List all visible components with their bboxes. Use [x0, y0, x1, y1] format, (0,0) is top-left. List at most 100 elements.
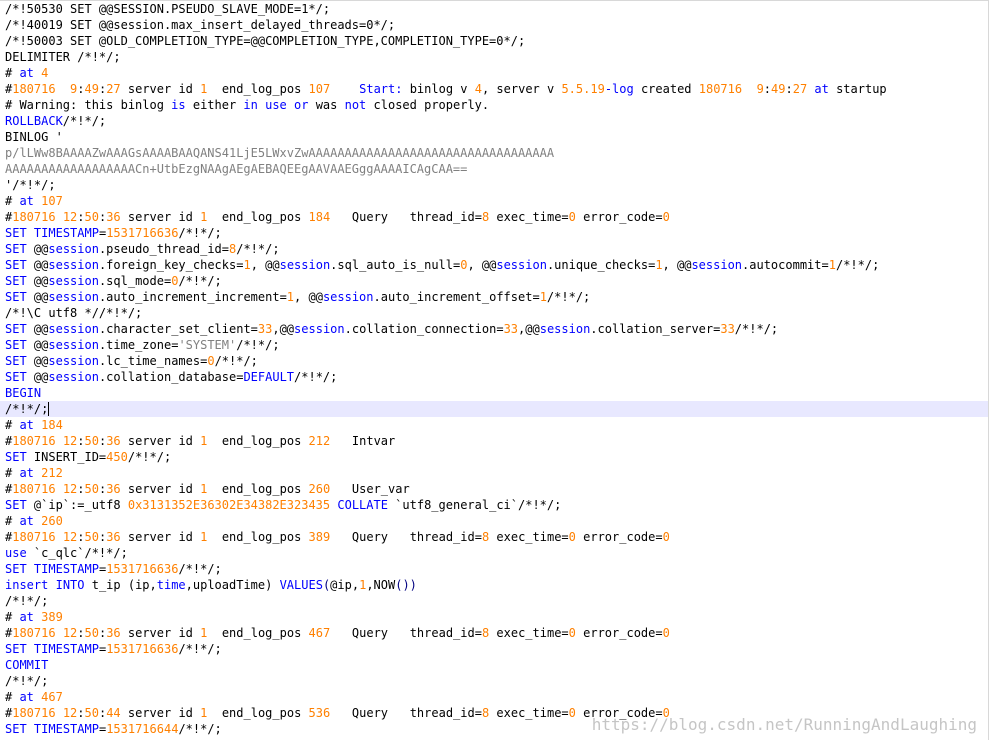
code-token: SET: [5, 562, 27, 576]
code-token: at: [19, 466, 34, 480]
code-token: server id: [120, 530, 201, 544]
code-token: session: [539, 322, 591, 336]
code-line[interactable]: # Warning: this binlog is either in use …: [0, 97, 988, 113]
code-token: , @@: [467, 258, 497, 272]
code-token: 107: [308, 82, 331, 96]
code-line[interactable]: /*!50003 SET @OLD_COMPLETION_TYPE=@@COMP…: [0, 33, 988, 49]
code-line[interactable]: SET @@session.collation_database=DEFAULT…: [0, 369, 988, 385]
code-token: 0: [568, 626, 576, 640]
code-token: #: [5, 610, 20, 624]
code-line[interactable]: /*!40019 SET @@session.max_insert_delaye…: [0, 17, 988, 33]
code-token: 0: [662, 626, 670, 640]
code-line[interactable]: #180716 12:50:36 server id 1 end_log_pos…: [0, 529, 988, 545]
code-line[interactable]: /*!*/;: [0, 673, 988, 689]
code-token: , @@: [294, 290, 323, 304]
code-token: 212: [308, 434, 331, 448]
code-line[interactable]: /*!50530 SET @@SESSION.PSEUDO_SLAVE_MODE…: [0, 1, 988, 17]
code-line[interactable]: '/*!*/;: [0, 177, 988, 193]
code-line[interactable]: # at 467: [0, 689, 988, 705]
code-line[interactable]: insert INTO t_ip (ip,time,uploadTime) VA…: [0, 577, 988, 593]
code-token: .autocommit=: [742, 258, 829, 272]
code-token: 12: [62, 706, 78, 720]
code-token: :: [77, 434, 85, 448]
code-token: @@: [26, 290, 49, 304]
code-token: :: [77, 626, 85, 640]
code-line[interactable]: # at 212: [0, 465, 988, 481]
code-token: /*!*/;: [178, 642, 222, 656]
code-token: .auto_increment_increment=: [98, 290, 287, 304]
code-line[interactable]: #180716 12:50:36 server id 1 end_log_pos…: [0, 433, 988, 449]
code-token: COLLATE: [337, 498, 388, 512]
code-line[interactable]: # at 260: [0, 513, 988, 529]
code-editor[interactable]: /*!50530 SET @@SESSION.PSEUDO_SLAVE_MODE…: [0, 0, 989, 740]
code-token: #: [5, 66, 20, 80]
code-line[interactable]: SET @@session.character_set_client=33,@@…: [0, 321, 988, 337]
code-line[interactable]: BINLOG ': [0, 129, 988, 145]
code-line[interactable]: DELIMITER /*!*/;: [0, 49, 988, 65]
code-token: 0: [568, 706, 576, 720]
code-line[interactable]: #180716 12:50:36 server id 1 end_log_pos…: [0, 625, 988, 641]
code-line[interactable]: SET @@session.lc_time_names=0/*!*/;: [0, 353, 988, 369]
code-line[interactable]: BEGIN: [0, 385, 988, 401]
code-token: .pseudo_thread_id=: [98, 242, 229, 256]
code-token: Start:: [359, 82, 403, 96]
code-token: end_log_pos: [207, 210, 309, 224]
code-token: 1: [539, 290, 547, 304]
code-line[interactable]: # at 389: [0, 609, 988, 625]
code-line-current[interactable]: /*!*/;: [0, 401, 988, 417]
code-line[interactable]: SET TIMESTAMP=1531716636/*!*/;: [0, 225, 988, 241]
code-line[interactable]: # at 184: [0, 417, 988, 433]
code-token: session: [322, 290, 374, 304]
code-token: .character_set_client=: [98, 322, 258, 336]
code-line[interactable]: #180716 9:49:27 server id 1 end_log_pos …: [0, 81, 988, 97]
code-line[interactable]: # at 4: [0, 65, 988, 81]
code-line[interactable]: SET @@session.foreign_key_checks=1, @@se…: [0, 257, 988, 273]
code-line[interactable]: ROLLBACK/*!*/;: [0, 113, 988, 129]
code-line[interactable]: SET @@session.sql_mode=0/*!*/;: [0, 273, 988, 289]
code-line[interactable]: p/lLWw8BAAAAZwAAAGsAAAABAAQANS41LjE5LWxv…: [0, 145, 988, 161]
code-token: :: [77, 482, 85, 496]
code-token: 44: [106, 706, 121, 720]
code-line[interactable]: use `c_qlc`/*!*/;: [0, 545, 988, 561]
code-line[interactable]: SET @`ip`:=_utf8 0x3131352E36302E34382E3…: [0, 497, 988, 513]
code-token: session: [48, 274, 99, 288]
code-token: ROLLBACK: [5, 114, 63, 128]
code-token: end_log_pos: [207, 530, 309, 544]
code-token: was: [308, 98, 345, 112]
code-token: `c_qlc`/*!*/;: [26, 546, 128, 560]
code-token: at: [19, 514, 34, 528]
code-token: VALUES: [279, 578, 323, 592]
code-line[interactable]: #180716 12:50:36 server id 1 end_log_pos…: [0, 481, 988, 497]
code-token: or: [294, 98, 309, 112]
code-token: 1: [243, 258, 251, 272]
code-line[interactable]: # at 107: [0, 193, 988, 209]
code-token: /*!*/;: [178, 562, 222, 576]
code-token: session: [691, 258, 743, 272]
code-line[interactable]: /*!*/;: [0, 593, 988, 609]
code-token: , @@: [250, 258, 280, 272]
code-token: #: [5, 690, 20, 704]
code-line[interactable]: SET TIMESTAMP=1531716636/*!*/;: [0, 641, 988, 657]
code-line[interactable]: SET INSERT_ID=450/*!*/;: [0, 449, 988, 465]
code-line[interactable]: SET @@session.time_zone='SYSTEM'/*!*/;: [0, 337, 988, 353]
code-line[interactable]: COMMIT: [0, 657, 988, 673]
code-line[interactable]: SET TIMESTAMP=1531716636/*!*/;: [0, 561, 988, 577]
code-line[interactable]: SET @@session.auto_increment_increment=1…: [0, 289, 988, 305]
code-token: 50: [84, 434, 99, 448]
code-token: 12: [62, 210, 78, 224]
code-token: 33: [720, 322, 735, 336]
code-line[interactable]: SET @@session.pseudo_thread_id=8/*!*/;: [0, 241, 988, 257]
code-token: SET: [5, 722, 27, 736]
code-line[interactable]: #180716 12:50:36 server id 1 end_log_pos…: [0, 209, 988, 225]
code-token: .auto_increment_offset=: [373, 290, 540, 304]
code-token: 'SYSTEM': [178, 338, 237, 352]
code-token: /*!*/;: [5, 674, 49, 688]
code-token: 50: [84, 530, 99, 544]
code-line[interactable]: /*!\C utf8 *//*!*/;: [0, 305, 988, 321]
code-token: session: [48, 242, 99, 256]
code-token: 36: [106, 434, 121, 448]
code-line[interactable]: AAAAAAAAAAAAAAAAAACn+UtbEzgNAAgAEgAEBAQE…: [0, 161, 988, 177]
